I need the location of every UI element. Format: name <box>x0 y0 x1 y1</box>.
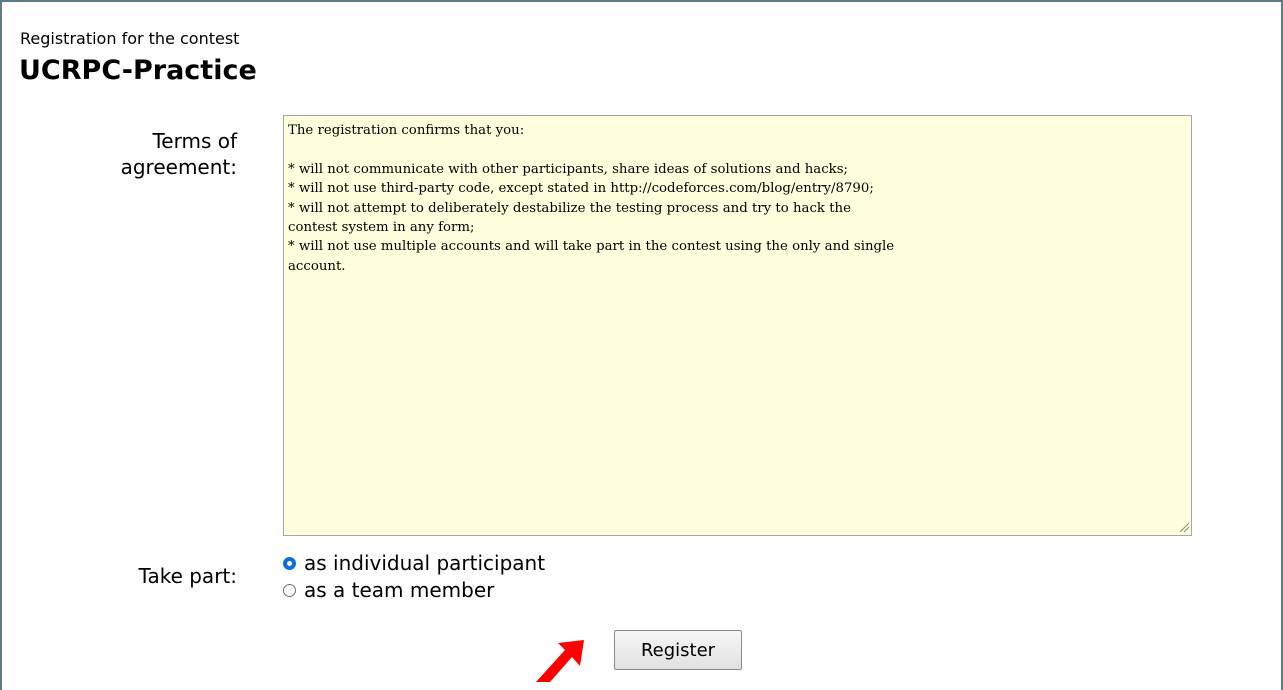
red-arrow-icon <box>536 640 584 682</box>
take-part-label: Take part: <box>138 564 237 588</box>
terms-label-line1: Terms of <box>152 129 237 153</box>
terms-label-line2: agreement: <box>120 155 237 179</box>
terms-label: Terms of agreement: <box>37 128 237 180</box>
radio-individual[interactable]: as individual participant <box>283 551 545 575</box>
register-button[interactable]: Register <box>614 630 742 670</box>
radio-team-label: as a team member <box>304 578 495 602</box>
radio-team[interactable]: as a team member <box>283 578 494 602</box>
page-subtitle: Registration for the contest <box>20 29 240 48</box>
radio-individual-label: as individual participant <box>304 551 546 575</box>
radio-team-button[interactable] <box>283 583 296 597</box>
radio-individual-button[interactable] <box>283 556 296 570</box>
contest-title: UCRPC-Practice <box>19 55 257 86</box>
resize-grip-icon[interactable] <box>1178 521 1190 533</box>
terms-textarea[interactable]: The registration confirms that you: * wi… <box>283 115 1192 536</box>
